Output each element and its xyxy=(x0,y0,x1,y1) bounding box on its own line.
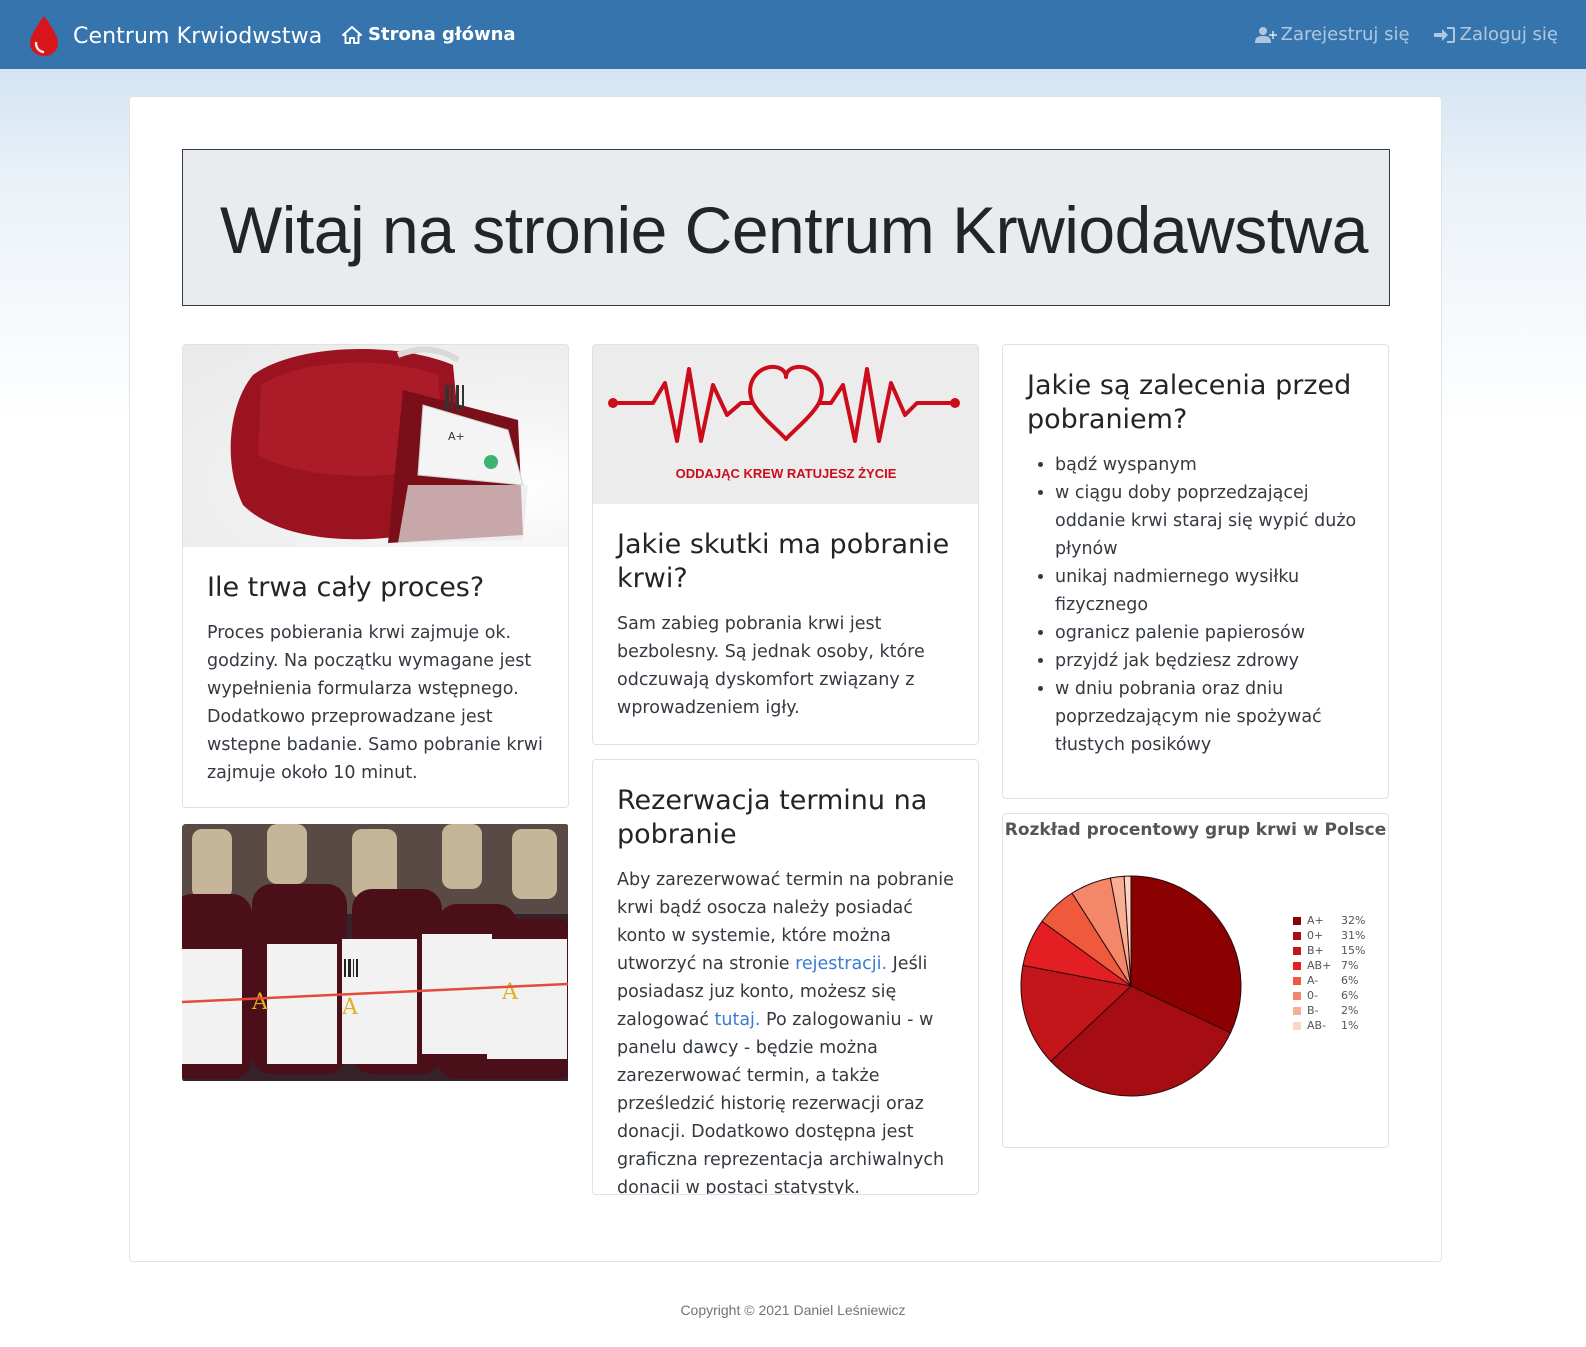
card-process: A+ Ile trwa cały proces? Proces pobieran… xyxy=(182,344,569,808)
recommendations-list: bądź wyspanym w ciągu doby poprzedzające… xyxy=(1055,451,1364,759)
card-effects-body: Jakie skutki ma pobranie krwi? Sam zabie… xyxy=(593,504,978,744)
nav-right: Zarejestruj się Zaloguj się xyxy=(1231,24,1558,45)
card-recommendations-body: Jakie są zalecenia przed pobraniem? bądź… xyxy=(1003,345,1388,783)
brand-name: Centrum Krwiodwstwa xyxy=(73,23,323,49)
legend-item: B+ 15% xyxy=(1293,943,1375,958)
chart-title: Rozkład procentowy grup krwi w Polsce xyxy=(1004,820,1387,840)
legend-item: AB- 1% xyxy=(1293,1018,1375,1033)
legend-label: AB- xyxy=(1307,1019,1327,1032)
legend-swatch xyxy=(1293,961,1301,970)
banner-slogan: ODDAJĄC KREW RATUJESZ ŻYCIE xyxy=(676,466,897,481)
legend-value: 31% xyxy=(1341,929,1366,942)
legend-label: A+ xyxy=(1307,914,1324,927)
brand-link[interactable]: Centrum Krwiodwstwa xyxy=(26,14,322,58)
card-recommendations-title: Jakie są zalecenia przed pobraniem? xyxy=(1027,370,1352,435)
card-reservation-title: Rezerwacja terminu na pobranie xyxy=(617,785,928,850)
legend-label: B- xyxy=(1307,1004,1319,1017)
blood-bags-image: A+ xyxy=(183,345,568,547)
card-recommendations: Jakie są zalecenia przed pobraniem? bądź… xyxy=(1002,344,1389,799)
reservation-text-3: Po zalogowaniu - w panelu dawcy - będzie… xyxy=(617,1010,945,1195)
footer: Copyright © 2021 Daniel Leśniewicz xyxy=(0,1302,1586,1318)
legend-item: A- 6% xyxy=(1293,973,1375,988)
list-item: w ciągu doby poprzedzającej oddanie krwi… xyxy=(1055,479,1364,563)
legend-swatch xyxy=(1293,991,1301,1000)
list-item: bądź wyspanym xyxy=(1055,451,1364,479)
card-reservation-body: Rezerwacja terminu na pobranie Aby zarez… xyxy=(593,760,978,1195)
legend-label: A- xyxy=(1307,974,1319,987)
svg-text:A+: A+ xyxy=(448,430,465,443)
legend-item: B- 2% xyxy=(1293,1003,1375,1018)
legend-value: 7% xyxy=(1341,959,1359,972)
user-plus-icon xyxy=(1254,26,1277,43)
nav-home-link[interactable]: Strona główna xyxy=(342,24,516,45)
sign-in-icon xyxy=(1433,26,1455,43)
legend-item: A+ 32% xyxy=(1293,913,1375,928)
legend-swatch xyxy=(1293,1021,1301,1030)
card-process-title: Ile trwa cały proces? xyxy=(207,572,485,603)
legend-value: 2% xyxy=(1341,1004,1359,1017)
legend-swatch xyxy=(1293,976,1301,985)
card-reservation-text: Aby zarezerwować termin na pobranie krwi… xyxy=(617,866,954,1195)
nav-register-label: Zarejestruj się xyxy=(1280,24,1410,45)
legend-value: 15% xyxy=(1341,944,1366,957)
list-item: ogranicz palenie papierosów xyxy=(1055,619,1364,647)
blood-drop-icon xyxy=(30,16,58,56)
card-process-body: Ile trwa cały proces? Proces pobierania … xyxy=(183,547,568,807)
nav-login-label: Zaloguj się xyxy=(1459,24,1558,45)
legend-value: 1% xyxy=(1341,1019,1359,1032)
list-item: w dniu pobrania oraz dniu poprzedzającym… xyxy=(1055,675,1364,759)
page-title: Witaj na stronie Centrum Krwiodawstwa xyxy=(220,193,1368,267)
legend-label: 0+ xyxy=(1307,929,1324,942)
card-photo-bags: A A A xyxy=(182,824,569,1082)
legend-swatch xyxy=(1293,931,1301,940)
home-icon xyxy=(342,25,362,44)
register-link[interactable]: rejestracji. xyxy=(795,954,887,974)
jumbotron: Witaj na stronie Centrum Krwiodawstwa xyxy=(182,149,1390,306)
list-item: unikaj nadmiernego wysiłku fizycznego xyxy=(1055,563,1364,619)
legend-label: AB+ xyxy=(1307,959,1332,972)
legend-item: AB+ 7% xyxy=(1293,958,1375,973)
legend-swatch xyxy=(1293,1006,1301,1015)
card-effects: ODDAJĄC KREW RATUJESZ ŻYCIE Jakie skutki… xyxy=(592,344,979,745)
nav-login-link[interactable]: Zaloguj się xyxy=(1433,24,1558,45)
svg-text:A: A xyxy=(341,995,359,1020)
main-container: Witaj na stronie Centrum Krwiodawstwa A+… xyxy=(129,96,1442,1262)
legend-item: 0- 6% xyxy=(1293,988,1375,1003)
card-reservation: Rezerwacja terminu na pobranie Aby zarez… xyxy=(592,759,979,1195)
blood-bags-rack-image: A A A xyxy=(182,824,568,1081)
list-item: przyjdź jak będziesz zdrowy xyxy=(1055,647,1364,675)
legend-label: B+ xyxy=(1307,944,1324,957)
card-effects-text: Sam zabieg pobrania krwi jest bezbolesny… xyxy=(617,614,925,718)
svg-text:A: A xyxy=(501,980,519,1005)
navbar: Centrum Krwiodwstwa Strona główna Zareje… xyxy=(0,0,1586,69)
legend-value: 32% xyxy=(1341,914,1366,927)
nav-register-link[interactable]: Zarejestruj się xyxy=(1254,24,1410,45)
legend-value: 6% xyxy=(1341,989,1359,1002)
card-effects-title: Jakie skutki ma pobranie krwi? xyxy=(617,529,950,594)
ecg-heart-banner: ODDAJĄC KREW RATUJESZ ŻYCIE xyxy=(593,345,978,504)
legend-item: 0+ 31% xyxy=(1293,928,1375,943)
legend-swatch xyxy=(1293,946,1301,955)
card-process-text: Proces pobierania krwi zajmuje ok. godzi… xyxy=(207,623,543,783)
nav-home-label: Strona główna xyxy=(368,24,516,45)
legend-label: 0- xyxy=(1307,989,1318,1002)
login-link[interactable]: tutaj. xyxy=(715,1010,761,1030)
card-chart: Rozkład procentowy grup krwi w Polsce A+… xyxy=(1002,813,1389,1148)
legend-value: 6% xyxy=(1341,974,1359,987)
chart-legend: A+ 32% 0+ 31% B+ 15% AB+ 7% A- 6% 0- 6% B- 2% AB- 1% xyxy=(1293,913,1375,1033)
svg-text:A: A xyxy=(251,990,269,1015)
copyright-text: Copyright © 2021 Daniel Leśniewicz xyxy=(680,1302,906,1318)
legend-swatch xyxy=(1293,916,1301,925)
